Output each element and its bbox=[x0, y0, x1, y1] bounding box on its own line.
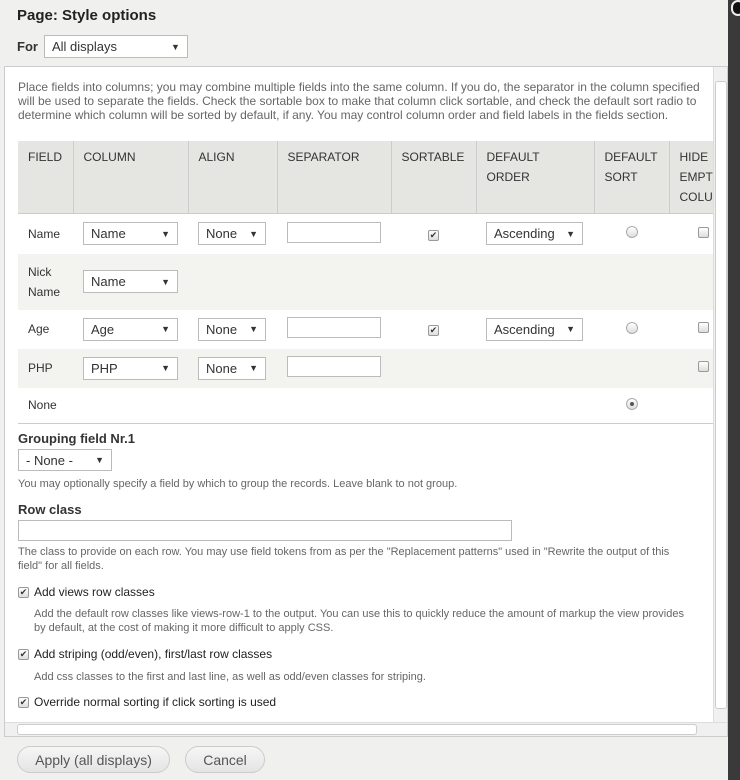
field-name: None bbox=[28, 398, 57, 413]
chevron-down-icon: ▼ bbox=[95, 455, 104, 465]
table-row: Age Age ▼ None ▼ ✔ Ascending ▼ bbox=[18, 309, 714, 349]
order-select[interactable]: Ascending ▼ bbox=[486, 222, 583, 246]
header-hide-empty: HIDE EMPTY COLUMN bbox=[669, 141, 714, 214]
grouping-help: You may optionally specify a field by wh… bbox=[18, 478, 458, 490]
row-class-help: The class to provide on each row. You ma… bbox=[18, 546, 670, 572]
row-class-input[interactable] bbox=[18, 520, 512, 541]
chevron-down-icon: ▼ bbox=[161, 363, 170, 373]
checkbox[interactable]: ✔ bbox=[18, 696, 29, 708]
style-options-dialog: Page: Style options For All displays ▼ Pl… bbox=[0, 0, 728, 780]
row-class-label: Row class bbox=[18, 502, 82, 517]
sortable-checkbox[interactable]: ✔ bbox=[428, 229, 439, 241]
horizontal-scrollbar[interactable] bbox=[5, 722, 727, 736]
scroll-thumb[interactable] bbox=[17, 724, 697, 735]
header-sortable: SORTABLE bbox=[391, 141, 477, 214]
description: Place fields into columns; you may combi… bbox=[18, 80, 700, 122]
column-value: Name bbox=[91, 274, 126, 289]
column-select[interactable]: PHP ▼ bbox=[83, 356, 178, 380]
default-sort-radio[interactable] bbox=[625, 226, 638, 239]
for-row: For All displays ▼ bbox=[17, 35, 188, 58]
order-value: Ascending bbox=[494, 321, 555, 337]
table-row: Name Name ▼ None ▼ ✔ Ascending ▼ bbox=[18, 213, 714, 254]
column-select[interactable]: Age ▼ bbox=[83, 317, 178, 341]
table-row: None bbox=[18, 387, 714, 424]
align-value: None bbox=[206, 321, 238, 337]
align-value: None bbox=[206, 226, 238, 242]
for-select-value: All displays bbox=[51, 39, 117, 54]
scroll-thumb[interactable] bbox=[715, 81, 727, 709]
option-row-classes[interactable]: ✔ Add views row classes bbox=[18, 585, 155, 599]
sortable-checkbox[interactable]: ✔ bbox=[428, 325, 439, 336]
chevron-down-icon: ▼ bbox=[249, 228, 258, 239]
scroll-area: Place fields into columns; you may combi… bbox=[4, 66, 728, 737]
option-striping[interactable]: ✔ Add striping (odd/even), first/last row… bbox=[18, 647, 272, 661]
chevron-down-icon: ▼ bbox=[249, 363, 258, 373]
option-help: Add css classes to the first and last li… bbox=[34, 671, 426, 683]
hide-empty-checkbox[interactable] bbox=[698, 226, 709, 238]
grouping-label: Grouping field Nr.1 bbox=[18, 431, 136, 446]
column-value: Name bbox=[91, 226, 126, 242]
align-select[interactable]: None ▼ bbox=[198, 356, 266, 380]
columns-table: FIELD COLUMN ALIGN SEPARATOR SORTABLE DE… bbox=[18, 141, 714, 424]
hide-empty-checkbox[interactable] bbox=[698, 361, 709, 372]
vertical-scrollbar[interactable] bbox=[713, 67, 727, 723]
option-label: Override normal sorting if click sorting… bbox=[34, 695, 277, 709]
chevron-down-icon: ▼ bbox=[249, 324, 258, 334]
close-icon[interactable] bbox=[731, 0, 740, 16]
for-label: For bbox=[17, 39, 38, 54]
column-select[interactable]: Name ▼ bbox=[83, 222, 178, 246]
column-select[interactable]: Name ▼ bbox=[83, 270, 178, 293]
cancel-button[interactable]: Cancel bbox=[185, 746, 265, 773]
separator-input[interactable] bbox=[287, 317, 381, 338]
order-value: Ascending bbox=[494, 226, 555, 242]
option-override-sorting[interactable]: ✔ Override normal sorting if click sortin… bbox=[18, 695, 276, 709]
header-separator: SEPARATOR bbox=[277, 141, 392, 214]
header-column: COLUMN bbox=[73, 141, 189, 214]
align-select[interactable]: None ▼ bbox=[198, 222, 266, 246]
align-select[interactable]: None ▼ bbox=[198, 317, 266, 341]
chevron-down-icon: ▼ bbox=[171, 41, 180, 52]
table-row: PHP PHP ▼ None ▼ bbox=[18, 348, 714, 388]
checkbox[interactable]: ✔ bbox=[18, 648, 29, 660]
chevron-down-icon: ▼ bbox=[566, 228, 575, 239]
chevron-down-icon: ▼ bbox=[566, 324, 575, 334]
header-default-sort: DEFAULT SORT bbox=[594, 141, 670, 214]
header-field: FIELD bbox=[18, 141, 74, 214]
for-select[interactable]: All displays ▼ bbox=[43, 35, 188, 58]
grouping-value: - None - bbox=[26, 452, 73, 468]
default-sort-radio[interactable] bbox=[625, 321, 638, 334]
separator-input[interactable] bbox=[287, 356, 381, 377]
order-select[interactable]: Ascending ▼ bbox=[486, 317, 583, 341]
default-sort-radio[interactable] bbox=[625, 397, 638, 410]
chevron-down-icon: ▼ bbox=[161, 228, 170, 239]
column-value: Age bbox=[91, 321, 115, 337]
grouping-select[interactable]: - None - ▼ bbox=[18, 449, 112, 471]
option-help: Add the default row classes like views-r… bbox=[34, 608, 684, 634]
align-value: None bbox=[206, 360, 238, 376]
field-name: PHP bbox=[28, 361, 53, 375]
table-header: FIELD COLUMN ALIGN SEPARATOR SORTABLE DE… bbox=[18, 141, 714, 214]
header-default-order: DEFAULT ORDER bbox=[476, 141, 595, 214]
separator-input[interactable] bbox=[287, 221, 381, 243]
chevron-down-icon: ▼ bbox=[161, 324, 170, 334]
table-row: Nick Name Name ▼ bbox=[18, 253, 714, 310]
apply-button[interactable]: Apply (all displays) bbox=[17, 746, 170, 773]
chevron-down-icon: ▼ bbox=[161, 276, 170, 287]
option-label: Add views row classes bbox=[34, 585, 155, 599]
header-align: ALIGN bbox=[188, 141, 278, 214]
option-label: Add striping (odd/even), first/last row … bbox=[34, 647, 273, 661]
hide-empty-checkbox[interactable] bbox=[698, 322, 709, 333]
checkbox[interactable]: ✔ bbox=[18, 586, 29, 598]
column-value: PHP bbox=[91, 360, 118, 376]
dialog-title: Page: Style options bbox=[17, 7, 157, 24]
field-name: Name bbox=[28, 226, 61, 241]
field-name: Nick Name bbox=[28, 264, 61, 299]
field-name: Age bbox=[28, 322, 50, 336]
